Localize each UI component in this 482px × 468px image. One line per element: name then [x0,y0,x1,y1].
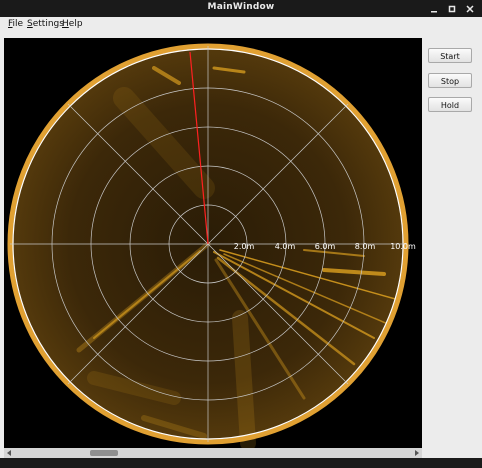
range-label-8m: 8.0m [355,242,376,251]
range-label-2m: 2.0m [234,242,255,251]
menu-help[interactable]: Help [62,19,83,29]
menu-file[interactable]: File [8,19,23,29]
main-window: MainWindow File Settings Help 2.0m 4.0m … [0,0,482,468]
scroll-left-icon[interactable] [4,448,14,458]
close-icon[interactable] [464,3,476,15]
stop-button[interactable]: Stop [428,73,472,88]
horizontal-scrollbar[interactable] [4,448,422,458]
menu-settings[interactable]: Settings [27,19,64,29]
start-button[interactable]: Start [428,48,472,63]
range-label-4m: 4.0m [275,242,296,251]
sonar-display[interactable]: 2.0m 4.0m 6.0m 8.0m 10.0m [4,38,422,454]
sonar-canvas: 2.0m 4.0m 6.0m 8.0m 10.0m [7,43,416,451]
background-status-strip [0,458,482,468]
range-label-10m: 10.0m [390,242,416,251]
window-title: MainWindow [207,2,275,12]
menu-bar: File Settings Help [0,17,482,31]
maximize-icon[interactable] [446,3,458,15]
minimize-icon[interactable] [428,3,440,15]
title-bar[interactable]: MainWindow [0,0,482,17]
scroll-right-icon[interactable] [412,448,422,458]
scrollbar-thumb[interactable] [90,450,118,456]
range-label-6m: 6.0m [315,242,336,251]
hold-button[interactable]: Hold [428,97,472,112]
